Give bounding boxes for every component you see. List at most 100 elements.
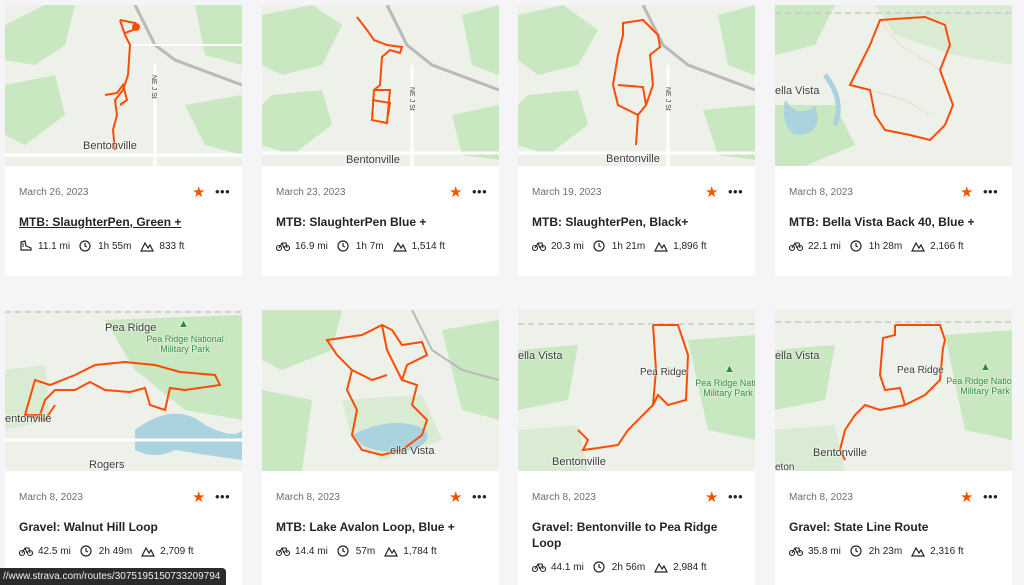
route-title[interactable]: MTB: SlaughterPen, Green + [19, 214, 231, 230]
status-url-bar: //www.strava.com/routes/3075195150733209… [0, 568, 227, 585]
route-map[interactable]: Bentonville NE J St [518, 5, 755, 166]
route-time: 2h 23m [868, 545, 903, 557]
bike-icon [532, 240, 546, 252]
elevation-icon [654, 240, 669, 252]
tree-icon: ▲ [178, 318, 189, 330]
more-options-icon[interactable]: ••• [472, 490, 487, 503]
route-time: 1h 21m [611, 240, 646, 252]
route-elevation: 833 ft [159, 240, 185, 252]
route-time: 1h 55m [98, 240, 132, 252]
clock-icon [80, 545, 94, 557]
route-card[interactable]: Bentonville NE J St March 19, 2023 ★ •••… [518, 5, 755, 276]
route-elevation: 1,784 ft [403, 545, 437, 557]
route-date: March 8, 2023 [276, 492, 340, 503]
map-label: Pea Ridge [897, 365, 944, 376]
route-card[interactable]: ella Vista Pea Ridge ▲ Pea Ridge Nationa… [775, 310, 1012, 585]
star-icon[interactable]: ★ [705, 185, 718, 200]
route-time: 1h 7m [355, 240, 384, 252]
route-title[interactable]: Gravel: State Line Route [789, 519, 1001, 535]
route-card[interactable]: Bentonville NE J St March 26, 2023 ★ •••… [5, 5, 242, 276]
star-icon[interactable]: ★ [192, 185, 205, 200]
map-label: Bentonville [552, 456, 606, 468]
elevation-icon [140, 240, 155, 252]
route-date: March 8, 2023 [532, 492, 596, 503]
route-date: March 8, 2023 [789, 187, 853, 198]
clock-icon [593, 240, 607, 252]
route-elevation: 2,984 ft [673, 561, 707, 573]
clock-icon [337, 240, 351, 252]
star-icon[interactable]: ★ [449, 490, 462, 505]
route-stats: 44.1 mi 2h 56m 2,984 ft [532, 561, 716, 573]
route-time: 1h 28m [868, 240, 903, 252]
more-options-icon[interactable]: ••• [983, 490, 998, 503]
star-icon[interactable]: ★ [192, 490, 205, 505]
route-distance: 14.4 mi [295, 545, 328, 557]
clock-icon [593, 561, 607, 573]
route-stats: 22.1 mi 1h 28m 2,166 ft [789, 240, 973, 252]
route-card[interactable]: ella Vista Pea Ridge ▲ Pea Ridge Natio M… [518, 310, 755, 585]
map-label: ella Vista [775, 85, 820, 97]
elevation-icon [384, 545, 399, 557]
route-card[interactable]: Bentonville NE J St March 23, 2023 ★ •••… [262, 5, 499, 276]
more-options-icon[interactable]: ••• [472, 185, 487, 198]
more-options-icon[interactable]: ••• [983, 185, 998, 198]
route-card[interactable]: ella Vista March 8, 2023 ★ ••• MTB: Bell… [775, 5, 1012, 276]
map-label: Bentonville [346, 154, 400, 166]
route-title[interactable]: MTB: SlaughterPen Blue + [276, 214, 488, 230]
clock-icon [337, 545, 351, 557]
route-map[interactable]: ella Vista [262, 310, 499, 471]
route-elevation: 2,166 ft [930, 240, 964, 252]
map-label: Bentonville [83, 140, 137, 152]
route-map[interactable]: ella Vista Pea Ridge ▲ Pea Ridge Natio M… [518, 310, 755, 471]
route-title[interactable]: Gravel: Bentonville to Pea Ridge Loop [532, 519, 744, 551]
route-title[interactable]: MTB: Bella Vista Back 40, Blue + [789, 214, 1001, 230]
star-icon[interactable]: ★ [449, 185, 462, 200]
route-title[interactable]: MTB: SlaughterPen, Black+ [532, 214, 744, 230]
bike-icon [19, 545, 33, 557]
route-stats: 14.4 mi 57m 1,784 ft [276, 545, 446, 557]
route-card[interactable]: Pea Ridge ▲ Pea Ridge National Military … [5, 310, 242, 585]
route-time: 57m [355, 545, 376, 557]
elevation-icon [911, 240, 926, 252]
route-map[interactable]: Bentonville NE J St [262, 5, 499, 166]
map-label: Pea Ridge [105, 322, 157, 334]
route-map[interactable]: Bentonville NE J St [5, 5, 242, 166]
route-elevation: 2,709 ft [160, 545, 194, 557]
route-distance: 35.8 mi [808, 545, 841, 557]
route-title[interactable]: MTB: Lake Avalon Loop, Blue + [276, 519, 488, 535]
route-stats: 11.1 mi 1h 55m 833 ft [19, 240, 193, 252]
route-map[interactable]: ella Vista Pea Ridge ▲ Pea Ridge Nationa… [775, 310, 1012, 471]
route-distance: 16.9 mi [295, 240, 328, 252]
clock-icon [850, 240, 864, 252]
more-options-icon[interactable]: ••• [728, 185, 743, 198]
route-map[interactable]: Pea Ridge ▲ Pea Ridge National Military … [5, 310, 242, 471]
more-options-icon[interactable]: ••• [215, 490, 230, 503]
route-date: March 26, 2023 [19, 187, 89, 198]
map-label: NE J St [150, 75, 157, 99]
route-distance: 20.3 mi [551, 240, 584, 252]
route-stats: 16.9 mi 1h 7m 1,514 ft [276, 240, 454, 252]
route-map[interactable]: ella Vista [775, 5, 1012, 166]
bike-icon [789, 240, 803, 252]
map-label: Bentonville [606, 153, 660, 165]
clock-icon [850, 545, 864, 557]
bike-icon [276, 240, 290, 252]
route-date: March 8, 2023 [19, 492, 83, 503]
star-icon[interactable]: ★ [960, 185, 973, 200]
star-icon[interactable]: ★ [705, 490, 718, 505]
route-card[interactable]: ella Vista March 8, 2023 ★ ••• MTB: Lake… [262, 310, 499, 585]
tree-icon: ▲ [980, 361, 991, 373]
more-options-icon[interactable]: ••• [215, 185, 230, 198]
elevation-icon [911, 545, 926, 557]
map-label: Pea Ridge [640, 367, 687, 378]
more-options-icon[interactable]: ••• [728, 490, 743, 503]
route-time: 2h 49m [98, 545, 133, 557]
route-elevation: 2,316 ft [930, 545, 964, 557]
map-label: ella Vista [390, 445, 435, 457]
star-icon[interactable]: ★ [960, 490, 973, 505]
route-stats: 20.3 mi 1h 21m 1,896 ft [532, 240, 716, 252]
map-label: ella Vista [775, 350, 820, 362]
route-title[interactable]: Gravel: Walnut Hill Loop [19, 519, 231, 535]
elevation-icon [141, 545, 156, 557]
route-elevation: 1,514 ft [411, 240, 445, 252]
